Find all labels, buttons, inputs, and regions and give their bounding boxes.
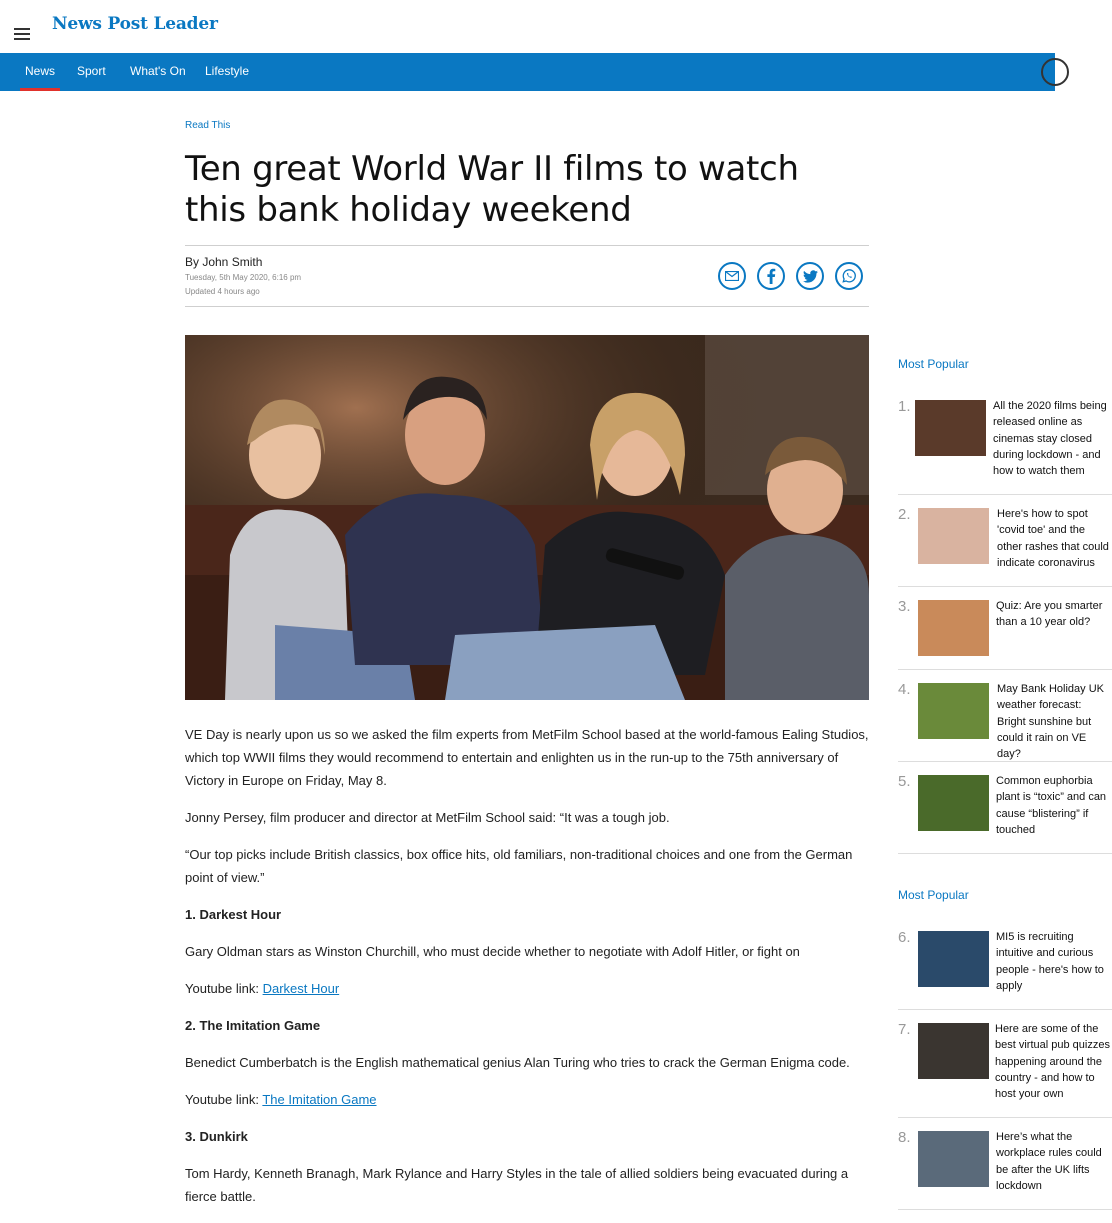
paragraph: VE Day is nearly upon us so we asked the… bbox=[185, 727, 869, 788]
youtube-link-line: Youtube link: Darkest Hour bbox=[185, 977, 869, 1000]
twitter-share-button[interactable] bbox=[796, 262, 824, 290]
popular-item[interactable]: 4. May Bank Holiday UK weather forecast:… bbox=[898, 681, 1112, 762]
paragraph: “Our top picks include British classics,… bbox=[185, 847, 853, 885]
top-bar: News Post Leader bbox=[0, 0, 1112, 53]
popular-headline[interactable]: Quiz: Are you smarter than a 10 year old… bbox=[996, 598, 1112, 631]
email-icon bbox=[725, 271, 739, 281]
popular-item[interactable]: 6. MI5 is recruiting intuitive and curio… bbox=[898, 929, 1112, 1010]
popular-thumbnail[interactable] bbox=[918, 931, 989, 987]
popular-item[interactable]: 3. Quiz: Are you smarter than a 10 year … bbox=[898, 598, 1112, 670]
popular-headline[interactable]: All the 2020 films being released online… bbox=[993, 398, 1111, 479]
search-icon[interactable] bbox=[1041, 58, 1069, 86]
nav-lifestyle[interactable]: Lifestyle bbox=[205, 53, 249, 91]
popular-thumbnail[interactable] bbox=[918, 775, 989, 831]
youtube-link[interactable]: Darkest Hour bbox=[263, 981, 340, 996]
popular-thumbnail[interactable] bbox=[918, 1023, 989, 1079]
popular-thumbnail[interactable] bbox=[918, 683, 989, 739]
nav-sport[interactable]: Sport bbox=[77, 53, 106, 91]
youtube-link-label: Youtube link: bbox=[185, 981, 263, 996]
popular-item[interactable]: 2. Here's how to spot 'covid toe' and th… bbox=[898, 506, 1112, 587]
popular-rank: 2. bbox=[898, 506, 911, 523]
popular-rank: 6. bbox=[898, 929, 911, 946]
byline-box: By John Smith Tuesday, 5th May 2020, 6:1… bbox=[185, 245, 869, 307]
film-heading: 2. The Imitation Game bbox=[185, 1018, 321, 1033]
popular-thumbnail[interactable] bbox=[918, 508, 989, 564]
paragraph: Benedict Cumberbatch is the English math… bbox=[185, 1055, 850, 1070]
popular-headline[interactable]: Here’s what the workplace rules could be… bbox=[996, 1129, 1112, 1194]
popular-item[interactable]: 1. All the 2020 films being released onl… bbox=[898, 398, 1112, 495]
whatsapp-icon bbox=[842, 269, 856, 283]
paragraph: Gary Oldman stars as Winston Churchill, … bbox=[185, 944, 800, 959]
updated-time: Updated 4 hours ago bbox=[185, 287, 260, 296]
popular-headline[interactable]: MI5 is recruiting intuitive and curious … bbox=[996, 929, 1112, 994]
youtube-link-line: Youtube link: The Imitation Game bbox=[185, 1088, 869, 1111]
popular-rank: 3. bbox=[898, 598, 911, 615]
whatsapp-share-button[interactable] bbox=[835, 262, 863, 290]
popular-rank: 8. bbox=[898, 1129, 911, 1146]
popular-item[interactable]: 8. Here’s what the workplace rules could… bbox=[898, 1129, 1112, 1210]
article-kicker[interactable]: Read This bbox=[185, 120, 869, 131]
facebook-icon bbox=[767, 268, 776, 284]
email-share-button[interactable] bbox=[718, 262, 746, 290]
popular-item[interactable]: 5. Common euphorbia plant is “toxic” and… bbox=[898, 773, 1112, 854]
popular-rank: 1. bbox=[898, 398, 911, 415]
site-logo[interactable]: News Post Leader bbox=[52, 14, 218, 34]
article: Read This Ten great World War II films t… bbox=[185, 120, 869, 1222]
nav-news[interactable]: News bbox=[19, 53, 61, 91]
youtube-link-label: Youtube link: bbox=[185, 1092, 263, 1107]
hero-image bbox=[185, 335, 869, 700]
share-buttons bbox=[718, 262, 863, 290]
nav-whats-on[interactable]: What's On bbox=[130, 53, 186, 91]
popular-rank: 7. bbox=[898, 1021, 911, 1038]
film-heading: 1. Darkest Hour bbox=[185, 907, 282, 922]
paragraph: Tom Hardy, Kenneth Branagh, Mark Rylance… bbox=[185, 1166, 849, 1204]
main-nav: News Sport What's On Lifestyle bbox=[0, 53, 1055, 91]
popular-item[interactable]: 7. Here are some of the best virtual pub… bbox=[898, 1021, 1112, 1118]
family-watching-tv-image bbox=[185, 335, 869, 700]
popular-rank: 5. bbox=[898, 773, 911, 790]
menu-icon[interactable] bbox=[14, 28, 30, 40]
facebook-share-button[interactable] bbox=[757, 262, 785, 290]
paragraph: Jonny Persey, film producer and director… bbox=[185, 810, 670, 825]
popular-rank: 4. bbox=[898, 681, 911, 698]
popular-thumbnail[interactable] bbox=[918, 1131, 989, 1187]
author-byline: By John Smith bbox=[185, 255, 263, 269]
popular-headline[interactable]: Common euphorbia plant is “toxic” and ca… bbox=[996, 773, 1112, 838]
article-title: Ten great World War II films to watch th… bbox=[185, 149, 799, 230]
popular-headline[interactable]: Here are some of the best virtual pub qu… bbox=[995, 1021, 1112, 1102]
twitter-icon bbox=[802, 269, 818, 283]
most-popular-heading: Most Popular bbox=[898, 357, 969, 371]
popular-headline[interactable]: May Bank Holiday UK weather forecast: Br… bbox=[997, 681, 1112, 762]
article-body: VE Day is nearly upon us so we asked the… bbox=[185, 723, 869, 1208]
most-popular-heading: Most Popular bbox=[898, 888, 969, 902]
popular-headline[interactable]: Here's how to spot 'covid toe' and the o… bbox=[997, 506, 1112, 571]
publish-date: Tuesday, 5th May 2020, 6:16 pm bbox=[185, 273, 302, 282]
youtube-link[interactable]: The Imitation Game bbox=[262, 1092, 376, 1107]
popular-thumbnail[interactable] bbox=[915, 400, 986, 456]
film-heading: 3. Dunkirk bbox=[185, 1129, 248, 1144]
popular-thumbnail[interactable] bbox=[918, 600, 989, 656]
